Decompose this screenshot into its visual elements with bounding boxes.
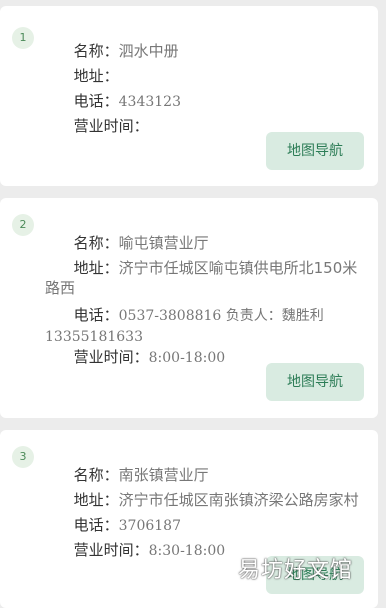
- hours-label: 营业时间：: [73, 117, 149, 135]
- hours-label: 营业时间：: [73, 348, 149, 366]
- map-nav-button[interactable]: 地图导航: [266, 363, 364, 401]
- watermark-logo: 易坊好文馆: [238, 558, 354, 583]
- phone-label: 电话：: [73, 306, 119, 324]
- address-label: 地址：: [73, 259, 119, 277]
- store-hours: 8:00-18:00: [148, 350, 226, 366]
- hours-label: 营业时间：: [73, 541, 149, 559]
- index-badge: 2: [12, 214, 34, 236]
- store-card: 1 名称：泗水中册 地址： 电话：4343123 营业时间： 地图导航: [0, 6, 378, 186]
- store-hours: 8:30-18:00: [148, 543, 226, 559]
- store-list: 1 名称：泗水中册 地址： 电话：4343123 营业时间： 地图导航 2 名称…: [0, 0, 386, 608]
- index-badge: 3: [12, 446, 34, 468]
- index-badge: 1: [12, 27, 34, 49]
- store-card: 2 名称：喻屯镇营业厅 地址：济宁市任城区喻屯镇供电所北150米路西 电话：05…: [0, 198, 378, 418]
- map-nav-button[interactable]: 地图导航: [266, 132, 364, 170]
